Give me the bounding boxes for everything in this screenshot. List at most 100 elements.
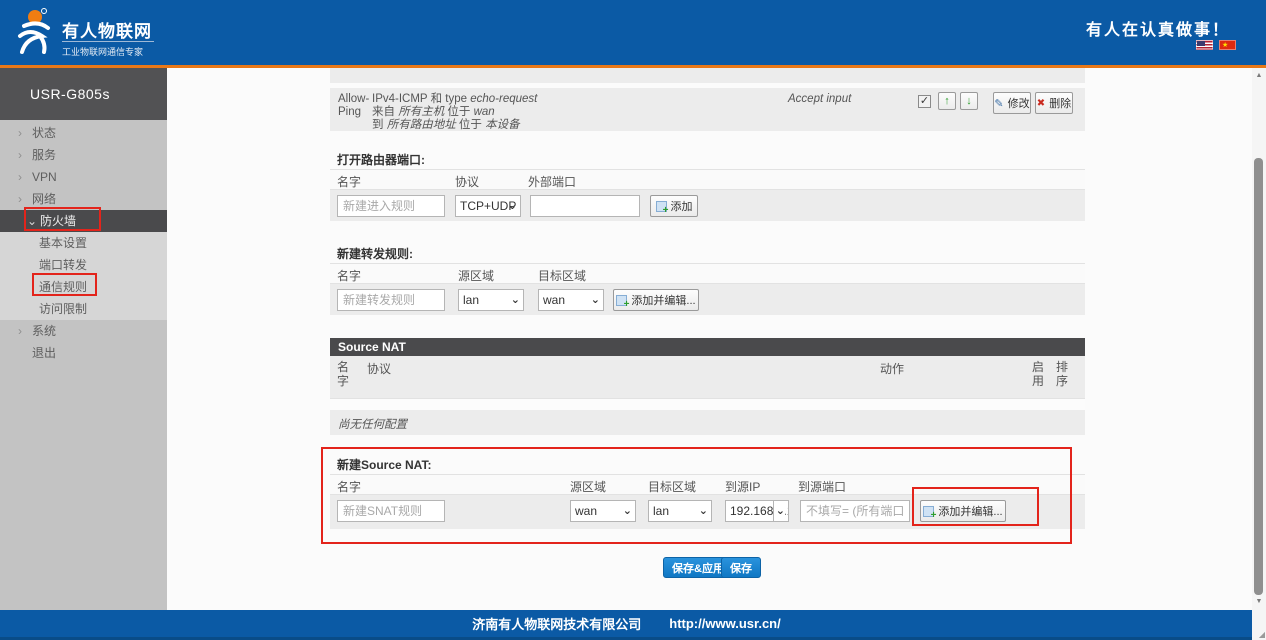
select-arrow-icon: ⌄: [591, 290, 600, 310]
move-up-button[interactable]: ↑: [938, 92, 956, 110]
col-header-name: 名字: [337, 360, 351, 388]
save-button[interactable]: 保存: [721, 557, 761, 578]
chevron-right-icon: ›: [18, 122, 22, 144]
forward-rules-header-row: 名字 源区域 目标区域: [330, 263, 1085, 284]
delete-x-icon: ✖: [1037, 98, 1045, 109]
sidebar-item-traffic-rules[interactable]: 通信规则: [0, 276, 167, 298]
new-snat-header-row: 名字 源区域 目标区域 到源IP 到源端口: [330, 474, 1085, 495]
rule-enabled-checkbox[interactable]: ✓: [918, 95, 931, 108]
sidebar-item-firewall[interactable]: ⌄防火墙: [0, 210, 167, 232]
open-ports-title: 打开路由器端口:: [337, 151, 425, 168]
sidebar-item-services[interactable]: ›服务: [0, 144, 167, 166]
footer-company: 济南有人物联网技术有限公司: [472, 614, 641, 633]
col-header-to-ip: 到源IP: [725, 478, 760, 495]
open-ports-input-row: TCP+UDP⌄ 添加: [330, 190, 1085, 221]
empty-config-text: 尚无任何配置: [338, 416, 407, 432]
check-icon: ✓: [920, 95, 929, 107]
open-ports-protocol-select[interactable]: TCP+UDP⌄: [455, 195, 521, 217]
arrow-down-icon: ↓: [966, 95, 972, 107]
scrollbar-thumb[interactable]: [1254, 158, 1263, 595]
source-nat-empty-row: 尚无任何配置: [330, 410, 1085, 435]
forward-dst-select[interactable]: wan⌄: [538, 289, 604, 311]
source-nat-title-bar: Source NAT: [330, 338, 1085, 356]
move-down-button[interactable]: ↓: [960, 92, 978, 110]
header-slogan: 有人在认真做事！: [1086, 16, 1230, 40]
sidebar-item-port-forwarding[interactable]: 端口转发: [0, 254, 167, 276]
open-ports-name-input[interactable]: [337, 195, 445, 217]
select-arrow-icon: ⌄: [773, 501, 785, 521]
select-arrow-icon: ⌄: [699, 501, 708, 521]
rule-row-allow-ping: Allow-Ping IPv4-ICMP 和 type echo-request…: [330, 88, 1085, 131]
col-header-dst-zone: 目标区域: [538, 267, 586, 284]
forward-rules-title: 新建转发规则:: [337, 245, 413, 262]
chevron-right-icon: ›: [18, 166, 22, 188]
col-header-sort: 排序: [1056, 360, 1070, 388]
vertical-scrollbar[interactable]: ▲ ▼ ◢: [1252, 68, 1266, 640]
add-button[interactable]: 添加: [650, 195, 698, 217]
col-header-ext-port: 外部端口: [528, 173, 576, 190]
resize-corner-icon: ◢: [1259, 630, 1265, 639]
select-arrow-icon: ⌄: [511, 290, 520, 310]
open-ports-header-row: 名字 协议 外部端口: [330, 169, 1085, 190]
pencil-icon: ✎: [994, 97, 1003, 110]
sidebar-item-network[interactable]: ›网络: [0, 188, 167, 210]
col-header-protocol: 协议: [367, 360, 391, 377]
snat-to-ip-select[interactable]: 192.168.1.1⌄: [725, 500, 789, 522]
scroll-down-icon[interactable]: ▼: [1252, 598, 1266, 605]
snat-src-select[interactable]: wan⌄: [570, 500, 636, 522]
brand-title: 有人物联网: [62, 17, 152, 42]
add-doc-icon: [656, 201, 667, 212]
scroll-up-icon[interactable]: ▲: [1252, 72, 1266, 79]
col-header-src-zone: 源区域: [570, 478, 606, 495]
add-and-edit-button[interactable]: 添加并编辑...: [613, 289, 699, 311]
rule-name: Allow-Ping: [338, 93, 372, 119]
app-header: 有人物联网 工业物联网通信专家 有人在认真做事！ ★: [0, 0, 1266, 65]
sidebar: USR-G805s ›状态 ›服务 ›VPN ›网络 ⌄防火墙 基本设置 端口转…: [0, 68, 167, 610]
snat-dst-select[interactable]: lan⌄: [648, 500, 712, 522]
usr-logo-icon: [10, 6, 58, 58]
col-header-name: 名字: [337, 173, 361, 190]
col-header-enable: 启用: [1032, 360, 1046, 388]
new-snat-title: 新建Source NAT:: [337, 456, 431, 473]
edit-button[interactable]: ✎修改: [993, 92, 1031, 114]
new-snat-input-row: wan⌄ lan⌄ 192.168.1.1⌄ 添加并编辑...: [330, 495, 1085, 529]
select-arrow-icon: ⌄: [623, 501, 632, 521]
chevron-right-icon: ›: [18, 144, 22, 166]
sidebar-item-status[interactable]: ›状态: [0, 122, 167, 144]
forward-name-input[interactable]: [337, 289, 445, 311]
chevron-right-icon: ›: [18, 188, 22, 210]
col-header-protocol: 协议: [455, 173, 479, 190]
arrow-up-icon: ↑: [944, 95, 950, 107]
rule-desc-line3: 到 所有路由地址 位于 本设备: [372, 119, 792, 132]
col-header-action: 动作: [880, 360, 904, 377]
scrolled-row-fragment: [330, 68, 1085, 83]
sidebar-item-system[interactable]: ›系统: [0, 320, 167, 342]
sidebar-item-basic-settings[interactable]: 基本设置: [0, 232, 167, 254]
add-and-edit-button[interactable]: 添加并编辑...: [920, 500, 1006, 522]
col-header-name: 名字: [337, 478, 361, 495]
col-header-to-port: 到源端口: [798, 478, 846, 495]
us-flag-icon[interactable]: [1196, 40, 1213, 50]
sidebar-item-logout[interactable]: 退出: [0, 342, 167, 364]
chevron-right-icon: ›: [18, 320, 22, 342]
select-arrow-icon: ⌄: [508, 196, 517, 216]
open-ports-extport-input[interactable]: [530, 195, 640, 217]
sidebar-item-access-restriction[interactable]: 访问限制: [0, 298, 167, 320]
snat-to-port-input[interactable]: [800, 500, 910, 522]
footer-url[interactable]: http://www.usr.cn/: [669, 616, 780, 631]
snat-name-input[interactable]: [337, 500, 445, 522]
sidebar-item-vpn[interactable]: ›VPN: [0, 166, 167, 188]
col-header-src-zone: 源区域: [458, 267, 494, 284]
rule-desc-line2: 来自 所有主机 位于 wan: [372, 106, 792, 119]
rule-desc-line1: IPv4-ICMP 和 type echo-request: [372, 93, 792, 106]
source-nat-header-row: 名字 协议 动作 启用 排序: [330, 356, 1085, 398]
add-doc-icon: [923, 506, 934, 517]
cn-flag-icon[interactable]: ★: [1219, 40, 1236, 50]
forward-src-select[interactable]: lan⌄: [458, 289, 524, 311]
delete-button[interactable]: ✖删除: [1035, 92, 1073, 114]
brand-subtitle: 工业物联网通信专家: [62, 41, 154, 58]
chevron-down-icon: ⌄: [27, 210, 37, 232]
source-nat-spacer-row: [330, 398, 1085, 410]
col-header-name: 名字: [337, 267, 361, 284]
col-header-dst-zone: 目标区域: [648, 478, 696, 495]
